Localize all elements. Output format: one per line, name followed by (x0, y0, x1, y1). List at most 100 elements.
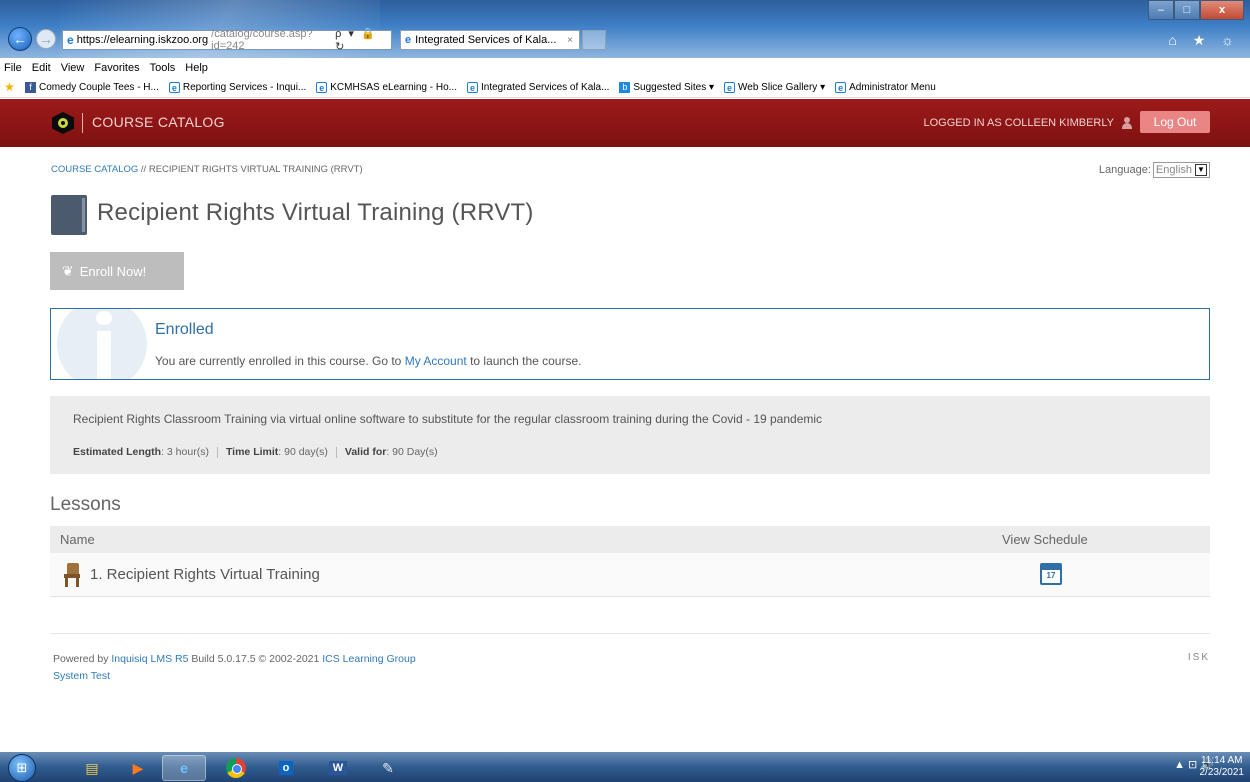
app-header: COURSE CATALOG LOGGED IN AS COLLEEN KIMB… (0, 99, 1250, 147)
clock-time: 11:14 AM (1200, 755, 1243, 766)
favorite-label: KCMHSAS eLearning - Ho... (330, 82, 457, 93)
ie-icon: e (67, 33, 74, 47)
company-link[interactable]: ICS Learning Group (322, 653, 415, 665)
favorites-bar: ★ f Comedy Couple Tees - H... e Reporting … (0, 78, 1250, 98)
course-description: Recipient Rights Classroom Training via … (73, 412, 823, 426)
favorite-item[interactable]: b Suggested Sites ▾ (619, 82, 714, 93)
favorite-item[interactable]: e Web Slice Gallery ▾ (724, 82, 825, 93)
file-explorer-icon[interactable]: ▤ (70, 755, 114, 781)
back-button[interactable]: ← (8, 27, 32, 51)
facebook-icon: f (25, 82, 36, 93)
lessons-table-header: Name View Schedule (50, 526, 1210, 553)
internet-explorer-icon[interactable]: e (162, 755, 206, 781)
lesson-name: 1. Recipient Rights Virtual Training (90, 566, 320, 583)
course-description-panel: Recipient Rights Classroom Training via … (50, 396, 1210, 474)
column-view-schedule: View Schedule (1002, 532, 1088, 547)
enrolled-message: You are currently enrolled in this cours… (155, 354, 581, 368)
paint-icon[interactable]: ✎ (366, 755, 410, 781)
favorite-item[interactable]: f Comedy Couple Tees - H... (25, 82, 159, 93)
product-link[interactable]: Inquisiq LMS R5 (111, 653, 188, 665)
address-tools[interactable]: ρ ▾ 🔒 ↻ (335, 27, 391, 53)
ie-page-icon: e (466, 82, 478, 93)
browser-tools-icons[interactable]: ⌂ ★ ☼ (1168, 32, 1240, 49)
valid-for-label: Valid for (344, 446, 387, 458)
user-icon (1122, 117, 1132, 129)
browser-titlebar: ← → e https://elearning.iskzoo.org/catal… (0, 0, 1250, 58)
language-label: Language: (1098, 164, 1151, 176)
menu-edit[interactable]: Edit (32, 62, 51, 74)
url-host: https://elearning.iskzoo.org (76, 34, 209, 46)
breadcrumb-current: RECIPIENT RIGHTS VIRTUAL TRAINING (RRVT) (148, 164, 363, 175)
favorite-item[interactable]: e KCMHSAS eLearning - Ho... (316, 82, 457, 93)
outlook-icon[interactable]: o (264, 755, 308, 781)
footer-site-code: ISK (1187, 652, 1210, 663)
tab-ie-icon: e (405, 34, 412, 46)
favorite-label: Web Slice Gallery ▾ (738, 82, 826, 93)
menu-help[interactable]: Help (185, 62, 208, 74)
app-logo-icon[interactable] (52, 112, 74, 134)
window-controls: – □ x (1148, 0, 1244, 20)
browser-tab[interactable]: e Integrated Services of Kala... × (400, 30, 580, 50)
favorite-label: Integrated Services of Kala... (480, 82, 610, 93)
favorite-label: Comedy Couple Tees - H... (39, 82, 159, 93)
calendar-icon[interactable]: 17 (1040, 563, 1062, 585)
footer: Powered by Inquisiq LMS R5 Build 5.0.17.… (53, 651, 416, 685)
ie-page-icon: e (168, 82, 180, 93)
media-player-icon[interactable]: ▶ (116, 755, 160, 781)
footer-divider (50, 633, 1210, 634)
maximize-button[interactable]: □ (1174, 0, 1200, 20)
enrolled-notice: Enrolled You are currently enrolled in t… (50, 308, 1210, 380)
favorite-item[interactable]: e Administrator Menu (835, 82, 936, 93)
powered-by-text: Powered by (53, 653, 112, 665)
meta-divider (335, 446, 337, 458)
book-icon (51, 195, 87, 235)
favorite-label: Administrator Menu (849, 82, 936, 93)
breadcrumb: COURSE CATALOG // RECIPIENT RIGHTS VIRTU… (51, 164, 363, 175)
clock[interactable]: 11:14 AM 2/23/2021 (1200, 755, 1245, 779)
favorite-item[interactable]: e Reporting Services - Inqui... (168, 82, 306, 93)
my-account-link[interactable]: My Account (405, 354, 467, 368)
minimize-button[interactable]: – (1148, 0, 1174, 20)
favorites-star-icon[interactable]: ★ (4, 81, 15, 93)
language-selector: Language: English ▼ (1099, 162, 1210, 178)
logout-button[interactable]: Log Out (1140, 111, 1210, 133)
enroll-now-button[interactable]: ❦ Enroll Now! (50, 252, 184, 290)
menu-tools[interactable]: Tools (150, 62, 176, 74)
info-icon (57, 309, 147, 379)
meta-divider (216, 446, 218, 458)
ie-page-icon: e (724, 82, 736, 93)
system-test-link[interactable]: System Test (53, 670, 110, 682)
taskbar: ⊞ ▤ ▶ e o W ✎ ▲ ⊡ 🔊 11:14 AM 2/23/2021 (0, 752, 1250, 782)
lessons-table: Name View Schedule 1. Recipient Rights V… (50, 526, 1210, 597)
table-row: 1. Recipient Rights Virtual Training 17 (50, 553, 1210, 597)
page-title: Recipient Rights Virtual Training (RRVT) (97, 199, 534, 226)
lessons-heading: Lessons (50, 494, 121, 515)
course-meta: Estimated Length: 3 hour(s) Time Limit: … (73, 446, 438, 458)
address-bar[interactable]: e https://elearning.iskzoo.org/catalog/c… (62, 27, 392, 53)
breadcrumb-separator: // (138, 164, 149, 175)
menu-favorites[interactable]: Favorites (94, 62, 139, 74)
forward-button[interactable]: → (36, 29, 56, 49)
clock-date: 2/23/2021 (1199, 767, 1245, 778)
menu-bar: File Edit View Favorites Tools Help (0, 58, 1250, 78)
catalog-title[interactable]: COURSE CATALOG (92, 114, 225, 130)
chevron-down-icon: ▼ (1195, 164, 1207, 176)
valid-for-value: : 90 Day(s) (386, 446, 438, 458)
build-text: Build 5.0.17.5 © 2002-2021 (188, 653, 323, 665)
enrolled-title: Enrolled (155, 321, 214, 338)
menu-file[interactable]: File (4, 62, 22, 74)
breadcrumb-course-catalog[interactable]: COURSE CATALOG (51, 164, 138, 175)
new-tab-button[interactable] (582, 30, 606, 50)
enrolled-message-text: You are currently enrolled in this cours… (155, 354, 405, 368)
enroll-now-label: Enroll Now! (79, 263, 147, 279)
ie-page-icon: e (316, 82, 328, 93)
menu-view[interactable]: View (61, 62, 85, 74)
chrome-icon[interactable] (214, 755, 258, 781)
favorite-item[interactable]: e Integrated Services of Kala... (466, 82, 610, 93)
start-button[interactable]: ⊞ (8, 754, 36, 782)
tab-close-icon[interactable]: × (567, 35, 579, 46)
ie-page-icon: e (835, 82, 847, 93)
word-icon[interactable]: W (316, 755, 360, 781)
language-dropdown[interactable]: English ▼ (1152, 162, 1210, 178)
close-button[interactable]: x (1200, 0, 1244, 20)
